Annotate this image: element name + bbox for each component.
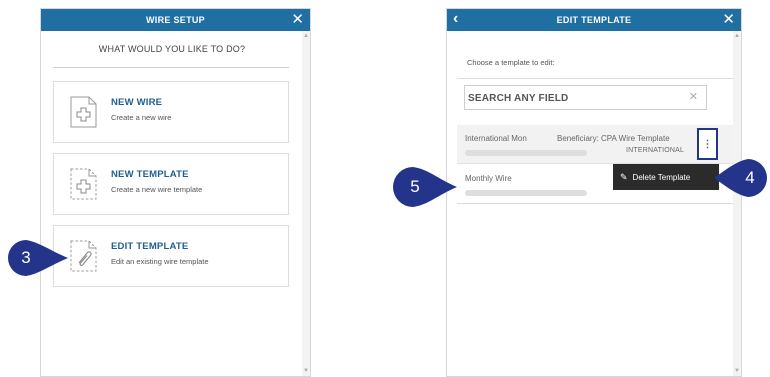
template-beneficiary: Beneficiary: CPA Wire Template xyxy=(557,134,670,143)
option-subtitle: Create a new wire xyxy=(111,113,172,122)
template-name: International Mon xyxy=(465,134,527,143)
scrollbar[interactable]: ▲ ▼ xyxy=(733,31,741,376)
text-fade xyxy=(529,131,557,145)
divider xyxy=(53,67,289,68)
wire-setup-panel: WIRE SETUP ✕ WHAT WOULD YOU LIKE TO DO? … xyxy=(40,8,311,377)
close-icon[interactable]: ✕ xyxy=(722,11,735,28)
step-callout-5: 5 xyxy=(392,166,458,208)
step-number: 5 xyxy=(410,177,420,196)
scroll-down-icon[interactable]: ▼ xyxy=(734,368,740,374)
question-heading: WHAT WOULD YOU LIKE TO DO? xyxy=(98,44,246,54)
scroll-down-icon[interactable]: ▼ xyxy=(303,368,309,374)
panel-title: EDIT TEMPLATE xyxy=(556,15,632,25)
step-number: 4 xyxy=(745,168,755,187)
plus-document-icon xyxy=(70,96,97,128)
new-wire-option[interactable]: NEW WIRE Create a new wire xyxy=(53,81,289,143)
step-callout-4: 4 xyxy=(713,158,768,198)
divider xyxy=(457,78,735,79)
delete-template-menu-item[interactable]: ✎ Delete Template xyxy=(613,164,719,190)
step-number: 3 xyxy=(21,248,31,267)
step-callout-3: 3 xyxy=(7,239,69,277)
search-input[interactable] xyxy=(468,89,678,107)
edit-template-header: ‹ EDIT TEMPLATE ✕ xyxy=(447,9,741,31)
edit-template-panel: ‹ EDIT TEMPLATE ✕ Choose a template to e… xyxy=(446,8,742,377)
option-title: EDIT TEMPLATE xyxy=(111,241,189,252)
new-template-option[interactable]: NEW TEMPLATE Create a new wire template xyxy=(53,153,289,215)
pencil-icon: ✎ xyxy=(620,171,628,182)
option-title: NEW WIRE xyxy=(111,97,163,108)
scroll-up-icon[interactable]: ▲ xyxy=(303,33,309,39)
plus-template-icon xyxy=(70,168,97,200)
panel-title: WIRE SETUP xyxy=(145,15,205,25)
back-arrow-icon[interactable]: ‹ xyxy=(453,10,458,28)
template-name: Monthly Wire xyxy=(465,174,512,183)
paperclip-template-icon xyxy=(70,240,97,272)
instruction-text: Choose a template to edit: xyxy=(467,58,555,67)
wire-setup-header: WIRE SETUP ✕ xyxy=(41,9,310,31)
template-row[interactable]: International Mon Beneficiary: CPA Wire … xyxy=(457,125,736,164)
more-options-icon[interactable]: ⋮ xyxy=(697,128,718,160)
edit-template-option[interactable]: EDIT TEMPLATE Edit an existing wire temp… xyxy=(53,225,289,287)
option-subtitle: Create a new wire template xyxy=(111,185,203,194)
menu-item-label: Delete Template xyxy=(632,172,691,182)
close-icon[interactable]: ✕ xyxy=(291,11,304,28)
search-field[interactable]: ✕ xyxy=(464,85,707,110)
scrollbar[interactable]: ▲ ▼ xyxy=(302,31,310,376)
scroll-up-icon[interactable]: ▲ xyxy=(734,33,740,39)
clear-search-icon[interactable]: ✕ xyxy=(689,90,698,103)
redacted-text xyxy=(465,150,587,156)
option-subtitle: Edit an existing wire template xyxy=(111,257,209,266)
redacted-text xyxy=(465,190,587,196)
option-title: NEW TEMPLATE xyxy=(111,169,189,180)
template-type: INTERNATIONAL xyxy=(626,147,685,154)
